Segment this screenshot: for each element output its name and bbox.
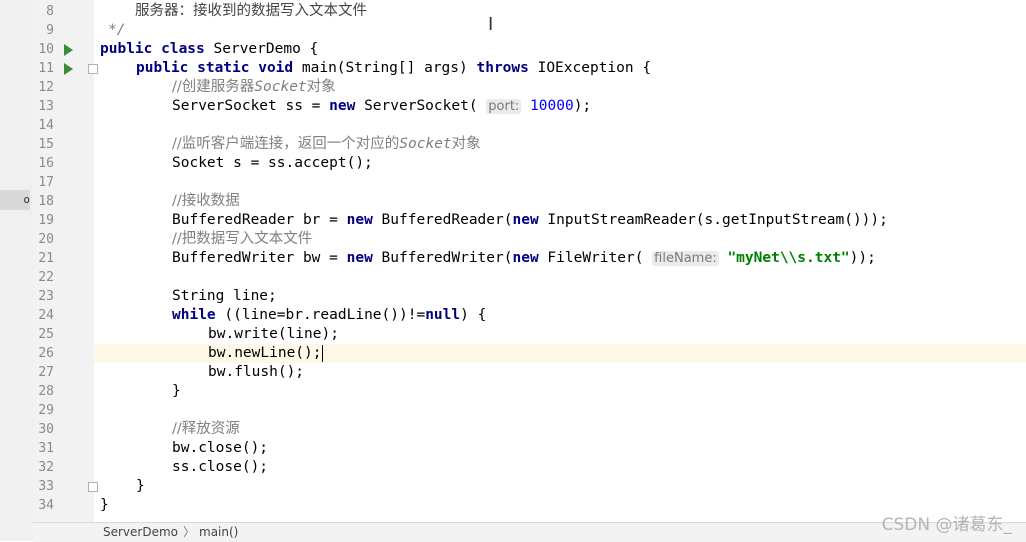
code-line: 24 while ((line=br.readLine())!=null) {	[38, 306, 1026, 325]
code-line: 32 ss.close();	[38, 458, 1026, 477]
code-text: bw.flush();	[208, 364, 305, 380]
code-line: 14	[38, 116, 1026, 135]
line-number: 15	[38, 137, 54, 152]
code-line: 19 BufferedReader br = new BufferedReade…	[38, 211, 1026, 230]
line-number: 16	[38, 156, 54, 171]
line-number: 18	[38, 194, 54, 209]
code-line: 15 //监听客户端连接，返回一个对应的Socket对象	[38, 135, 1026, 154]
code-line: 29	[38, 401, 1026, 420]
line-number: 32	[38, 460, 54, 475]
code-text: bw.newLine();	[208, 344, 323, 362]
line-number: 11	[38, 61, 54, 76]
code-line: 11 public static void main(String[] args…	[38, 59, 1026, 78]
breadcrumb-bar: ServerDemo 〉 main()	[33, 522, 1026, 542]
code-line: 10 public class ServerDemo {	[38, 40, 1026, 59]
code-text: //把数据写入文本文件	[172, 231, 313, 247]
code-line: 30 //释放资源	[38, 420, 1026, 439]
code-line: 33 }	[38, 477, 1026, 496]
code-text: }	[100, 497, 109, 513]
code-line: 27 bw.flush();	[38, 363, 1026, 382]
line-number: 26	[38, 346, 54, 361]
code-text: while ((line=br.readLine())!=null) {	[172, 307, 487, 323]
mouse-ibeam-cursor-icon: I	[488, 14, 494, 35]
code-text: }	[136, 478, 145, 494]
line-number: 14	[38, 118, 54, 133]
code-line: 21 BufferedWriter bw = new BufferedWrite…	[38, 249, 1026, 268]
code-text: }	[172, 383, 181, 399]
line-number: 12	[38, 80, 54, 95]
line-number: 13	[38, 99, 54, 114]
code-text: //创建服务器Socket对象	[172, 79, 336, 95]
line-number: 29	[38, 403, 54, 418]
code-text: */	[108, 22, 126, 38]
code-line: 25 bw.write(line);	[38, 325, 1026, 344]
code-text: Socket s = ss.accept();	[172, 155, 373, 171]
code-line: 22	[38, 268, 1026, 287]
code-line: 31 bw.close();	[38, 439, 1026, 458]
line-number: 10	[38, 42, 54, 57]
line-number: 27	[38, 365, 54, 380]
code-editor[interactable]: 8 服务器：接收到的数据写入文本文件 9 */ 10 public class …	[38, 0, 1026, 522]
code-text: 服务器：接收到的数据写入文本文件	[135, 3, 367, 19]
line-number: 9	[46, 23, 54, 38]
code-line: 8 服务器：接收到的数据写入文本文件	[46, 2, 1026, 21]
code-line: 9 */	[46, 21, 1026, 40]
line-number: 25	[38, 327, 54, 342]
code-text: public static void main(String[] args) t…	[136, 60, 652, 76]
fold-icon[interactable]	[88, 482, 98, 492]
code-line: 20 //把数据写入文本文件	[38, 230, 1026, 249]
line-number: 34	[38, 498, 54, 513]
breadcrumb-separator: 〉	[183, 525, 196, 539]
code-line: 28 }	[38, 382, 1026, 401]
line-number: 22	[38, 270, 54, 285]
line-number: 23	[38, 289, 54, 304]
code-text: public class ServerDemo {	[100, 41, 319, 57]
code-line: 13 ServerSocket ss = new ServerSocket( p…	[38, 97, 1026, 116]
run-icon[interactable]	[64, 63, 73, 75]
line-number: 33	[38, 479, 54, 494]
code-line: 18 //接收数据	[38, 192, 1026, 211]
line-number: 21	[38, 251, 54, 266]
code-text: ServerSocket ss = new ServerSocket( port…	[172, 98, 592, 114]
code-text: BufferedWriter bw = new BufferedWriter(n…	[172, 250, 876, 266]
fold-icon[interactable]	[88, 64, 98, 74]
code-line: 16 Socket s = ss.accept();	[38, 154, 1026, 173]
line-number: 30	[38, 422, 54, 437]
code-line: 23 String line;	[38, 287, 1026, 306]
line-number: 17	[38, 175, 54, 190]
breadcrumb-class[interactable]: ServerDemo	[103, 523, 178, 542]
watermark: CSDN @诸葛东_	[881, 515, 1012, 535]
code-text: String line;	[172, 288, 277, 304]
text-caret	[321, 344, 323, 362]
run-icon[interactable]	[64, 44, 73, 56]
code-text: //释放资源	[172, 421, 240, 437]
code-line: 12 //创建服务器Socket对象	[38, 78, 1026, 97]
code-text: BufferedReader br = new BufferedReader(n…	[172, 212, 888, 228]
code-text: //监听客户端连接，返回一个对应的Socket对象	[172, 136, 481, 152]
line-number: 28	[38, 384, 54, 399]
line-number: 8	[46, 4, 54, 19]
line-number: 19	[38, 213, 54, 228]
line-number: 20	[38, 232, 54, 247]
breadcrumb-method[interactable]: main()	[199, 523, 238, 542]
code-text: bw.close();	[172, 440, 269, 456]
code-line: 17	[38, 173, 1026, 192]
current-code-line: 26 bw.newLine();	[38, 344, 1026, 363]
code-text: ss.close();	[172, 459, 269, 475]
line-number: 31	[38, 441, 54, 456]
line-number: 24	[38, 308, 54, 323]
code-text: bw.write(line);	[208, 326, 339, 342]
code-text: //接收数据	[172, 193, 240, 209]
